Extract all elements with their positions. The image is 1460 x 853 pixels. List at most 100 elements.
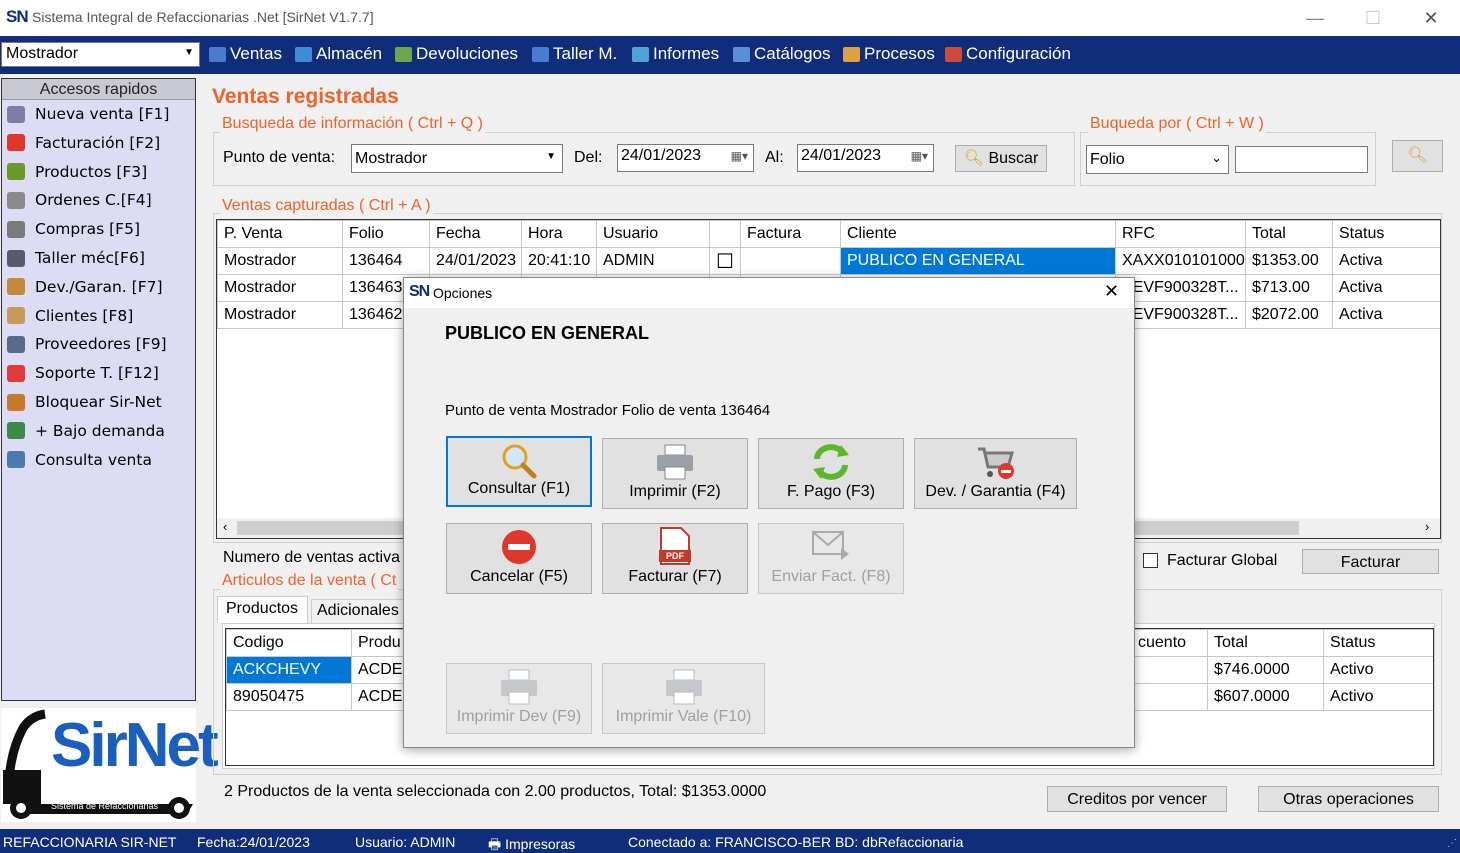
sidebar-item-search-doc[interactable]: Consulta venta bbox=[7, 447, 152, 473]
scroll-right-icon[interactable]: › bbox=[1425, 519, 1429, 534]
col-total[interactable]: Total bbox=[1207, 629, 1324, 657]
other-operations-button[interactable]: Otras operaciones bbox=[1258, 786, 1439, 812]
cell-total[interactable]: $746.0000 bbox=[1207, 656, 1324, 684]
table-cell[interactable]: 136464 bbox=[342, 247, 430, 275]
table-cell[interactable]: Activa bbox=[1332, 274, 1440, 302]
from-date-input[interactable]: 24/01/2023 ▦▾ bbox=[617, 144, 754, 172]
maximize-button[interactable]: ☐ bbox=[1344, 4, 1402, 32]
cell-code[interactable]: 89050475 bbox=[226, 683, 352, 711]
table-cell[interactable]: BEVF900328T... bbox=[1115, 301, 1246, 329]
calendar-icon[interactable]: ▦▾ bbox=[911, 149, 928, 163]
table-cell[interactable]: PUBLICO EN GENERAL bbox=[840, 247, 1116, 275]
sales-column-header[interactable]: Factura bbox=[740, 220, 841, 248]
menu-processes[interactable]: Procesos bbox=[843, 44, 935, 64]
resize-grip-icon[interactable]: ⋰ bbox=[1447, 838, 1457, 849]
cancel-sale-button[interactable]: Cancelar (F5) bbox=[446, 523, 592, 594]
sidebar-item-pdf[interactable]: Facturación [F2] bbox=[7, 130, 160, 156]
return-warranty-button[interactable]: Dev. / Garantia (F4) bbox=[914, 438, 1077, 509]
sidebar-item-cart-return[interactable]: Dev./Garan. [F7] bbox=[7, 274, 163, 300]
cell-discount[interactable] bbox=[1131, 656, 1208, 684]
consult-button[interactable]: Consultar (F1) bbox=[446, 436, 592, 507]
sales-column-header[interactable]: Cliente bbox=[840, 220, 1116, 248]
sales-column-header[interactable]: Status bbox=[1332, 220, 1440, 248]
menu-workshop[interactable]: Taller M. bbox=[532, 44, 617, 64]
sales-column-header[interactable]: Total bbox=[1245, 220, 1333, 248]
cell-total[interactable]: $607.0000 bbox=[1207, 683, 1324, 711]
send-invoice-button[interactable]: Enviar Fact. (F8) bbox=[758, 523, 904, 594]
cell-status[interactable]: Activo bbox=[1323, 656, 1433, 684]
sidebar-item-shopping-cart[interactable]: Compras [F5] bbox=[7, 216, 140, 242]
table-cell[interactable]: $2072.00 bbox=[1245, 301, 1333, 329]
cell-discount[interactable] bbox=[1131, 683, 1208, 711]
table-cell[interactable]: Mostrador bbox=[217, 301, 343, 329]
table-cell[interactable]: $713.00 bbox=[1245, 274, 1333, 302]
sales-column-header[interactable]: Folio bbox=[342, 220, 430, 248]
sidebar-item-user[interactable]: Clientes [F8] bbox=[7, 303, 133, 329]
table-cell[interactable]: XAXX010101000 bbox=[1115, 247, 1246, 275]
sales-column-header[interactable]: Fecha bbox=[429, 220, 522, 248]
row-checkbox[interactable]: ☐ bbox=[709, 247, 741, 275]
table-cell[interactable] bbox=[740, 247, 841, 275]
sales-header-row: P. Venta Folio Fecha Hora Usuario Factura Clie… bbox=[217, 220, 1440, 248]
print-voucher-button[interactable]: Imprimir Vale (F10) bbox=[602, 663, 765, 734]
sidebar-item-cash-register[interactable]: Nueva venta [F1] bbox=[7, 101, 169, 127]
calendar-icon[interactable]: ▦▾ bbox=[731, 149, 748, 163]
table-cell[interactable]: BEVF900328T... bbox=[1115, 274, 1246, 302]
global-invoice-checkbox[interactable] bbox=[1143, 553, 1158, 568]
tab-products[interactable]: Productos bbox=[217, 596, 308, 623]
menu-reports[interactable]: Informes bbox=[632, 44, 719, 64]
sidebar-item-wrench[interactable]: Productos [F3] bbox=[7, 159, 147, 185]
payment-button[interactable]: F. Pago (F3) bbox=[758, 438, 904, 509]
table-cell[interactable]: Mostrador bbox=[217, 247, 343, 275]
printers-status[interactable]: 🖶 Impresoras bbox=[488, 834, 575, 853]
sidebar-item-lock-user[interactable]: Bloquear Sir-Net bbox=[7, 389, 162, 415]
col-code[interactable]: Codigo bbox=[226, 629, 352, 657]
invoice-sale-button[interactable]: PDF Facturar (F7) bbox=[602, 523, 748, 594]
table-cell[interactable]: 20:41:10 bbox=[521, 247, 597, 275]
tab-additional[interactable]: Adicionales bbox=[311, 599, 411, 623]
point-of-sale-select[interactable]: Mostrador ▼ bbox=[351, 144, 563, 173]
col-status[interactable]: Status bbox=[1323, 629, 1433, 657]
sidebar-item-car[interactable]: Taller méc[F6] bbox=[7, 245, 145, 271]
table-cell[interactable]: 24/01/2023 bbox=[429, 247, 522, 275]
sales-column-header[interactable]: P. Venta bbox=[217, 220, 343, 248]
sidebar-item-supplier[interactable]: Proveedores [F9] bbox=[7, 331, 167, 357]
to-date-input[interactable]: 24/01/2023 ▦▾ bbox=[797, 144, 934, 172]
table-cell[interactable]: ADMIN bbox=[596, 247, 710, 275]
search-button[interactable]: 🔍︎ Buscar bbox=[955, 145, 1047, 172]
table-cell[interactable]: Activa bbox=[1332, 301, 1440, 329]
credits-button[interactable]: Creditos por vencer bbox=[1047, 786, 1227, 812]
sales-column-header[interactable]: RFC bbox=[1115, 220, 1246, 248]
menu-warehouse[interactable]: Almacén bbox=[295, 44, 382, 64]
table-row[interactable]: Mostrador 136464 24/01/2023 20:41:10 ADMIN ☐ P… bbox=[217, 247, 1440, 275]
sales-column-header[interactable] bbox=[709, 220, 741, 248]
summary-text: 2 Productos de la venta seleccionada con… bbox=[224, 783, 767, 800]
menu-sales[interactable]: Ventas bbox=[209, 44, 282, 64]
sales-column-header[interactable]: Hora bbox=[521, 220, 597, 248]
scroll-left-icon[interactable]: ‹ bbox=[223, 519, 227, 534]
cell-code[interactable]: ACKCHEVY bbox=[226, 656, 352, 684]
search-by-input[interactable] bbox=[1235, 146, 1368, 173]
minimize-button[interactable]: — bbox=[1286, 4, 1344, 32]
cell-status[interactable]: Activo bbox=[1323, 683, 1433, 711]
close-button[interactable]: ✕ bbox=[1402, 4, 1460, 32]
invoice-button[interactable]: Facturar bbox=[1302, 549, 1439, 574]
menu-settings[interactable]: Configuración bbox=[945, 44, 1071, 64]
sales-column-header[interactable]: Usuario bbox=[596, 220, 710, 248]
sidebar-item-cart[interactable]: Ordenes C.[F4] bbox=[7, 187, 152, 213]
chevron-down-icon: ▼ bbox=[546, 151, 556, 162]
menu-catalogs[interactable]: Catálogos bbox=[733, 44, 831, 64]
table-cell[interactable]: $1353.00 bbox=[1245, 247, 1333, 275]
search-by-select[interactable]: Folio ⌄ bbox=[1086, 145, 1229, 174]
print-button[interactable]: Imprimir (F2) bbox=[602, 438, 748, 509]
dialog-close-button[interactable]: ✕ bbox=[1104, 281, 1119, 302]
table-cell[interactable]: Mostrador bbox=[217, 274, 343, 302]
location-select[interactable]: Mostrador ▼ bbox=[1, 42, 200, 67]
col-discount[interactable]: cuento bbox=[1131, 629, 1208, 657]
table-cell[interactable]: Activa bbox=[1332, 247, 1440, 275]
print-return-button[interactable]: Imprimir Dev (F9) bbox=[446, 663, 592, 734]
menu-returns[interactable]: Devoluciones bbox=[395, 44, 518, 64]
quick-search-button[interactable]: 🔍︎ bbox=[1392, 140, 1443, 172]
sidebar-item-lifebuoy[interactable]: Soporte T. [F12] bbox=[7, 360, 159, 386]
sidebar-item-add-window[interactable]: + Bajo demanda bbox=[7, 418, 165, 444]
